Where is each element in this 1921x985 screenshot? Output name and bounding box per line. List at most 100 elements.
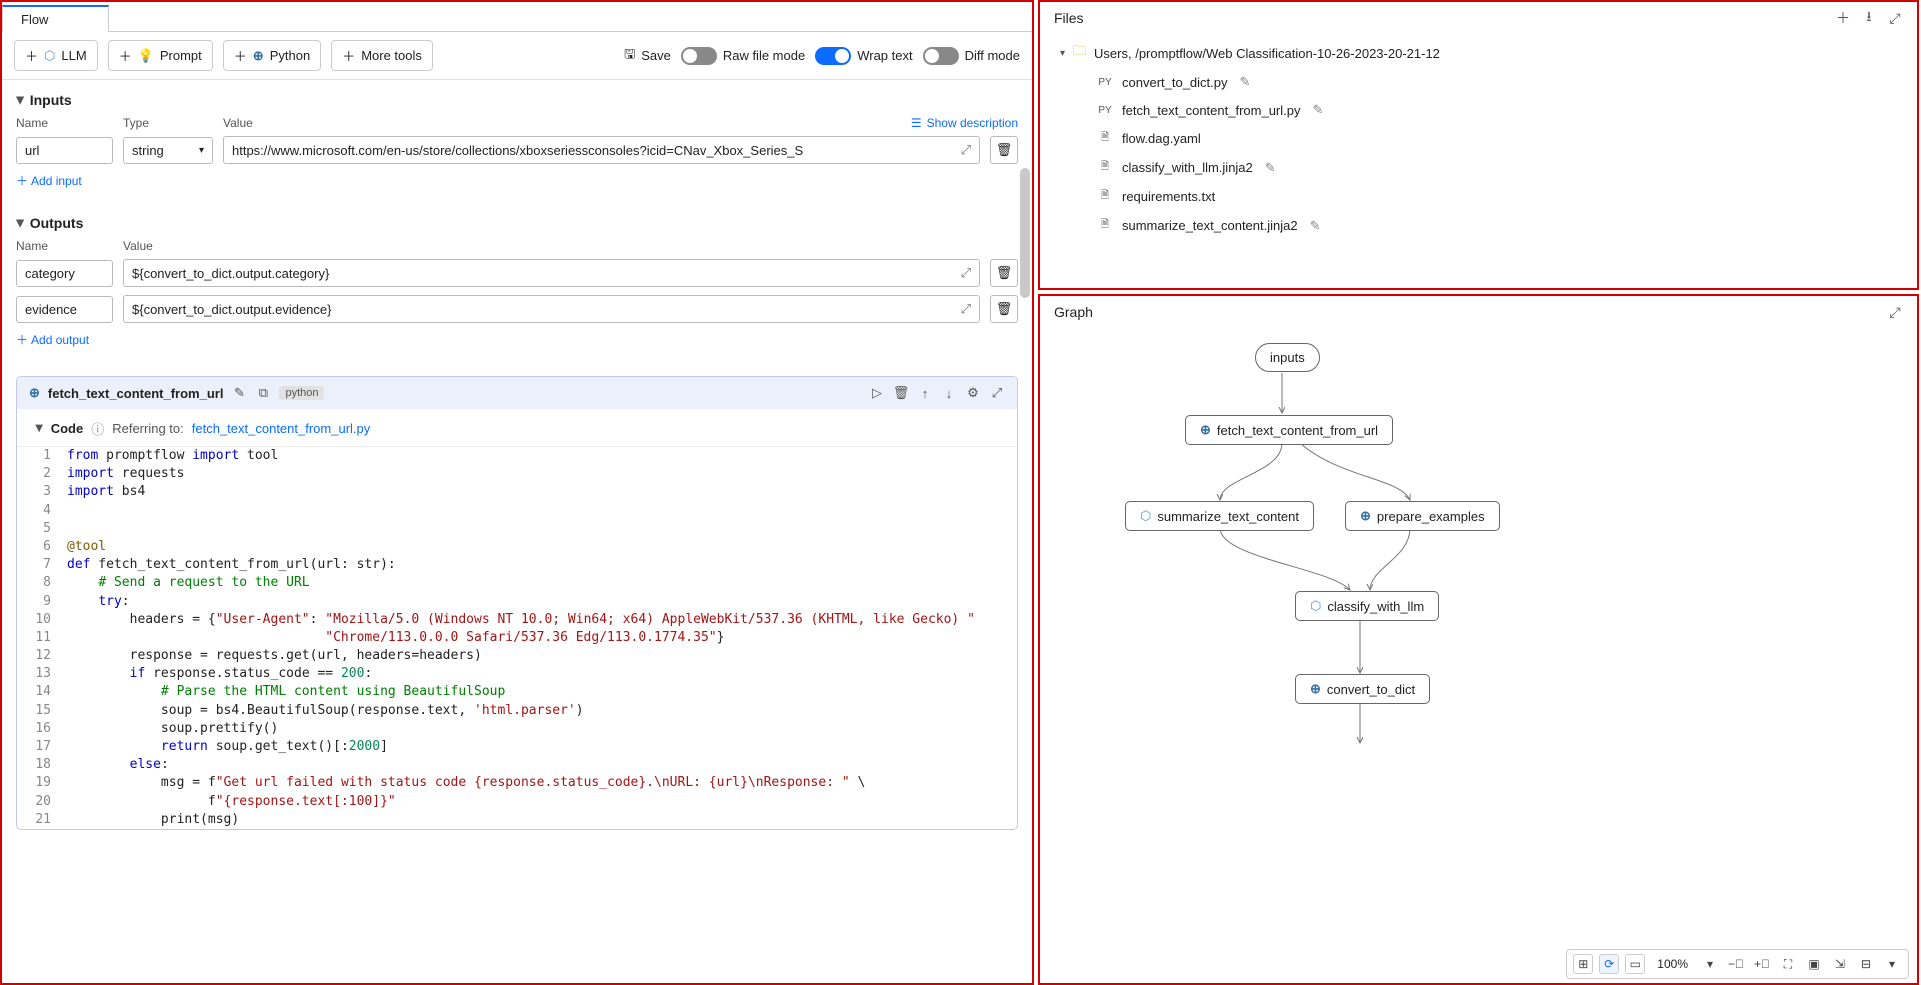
scrollbar[interactable] (1020, 168, 1030, 298)
graph-links (1040, 328, 1917, 983)
outputs-col-value: Value (123, 239, 980, 253)
add-prompt-button[interactable]: ＋ 💡 Prompt (108, 40, 213, 71)
plus-icon: ＋ (234, 46, 247, 65)
file-item[interactable]: PYconvert_to_dict.py✎ (1096, 68, 1907, 96)
node-label: prepare_examples (1377, 509, 1485, 524)
info-icon[interactable]: ⓘ (91, 419, 104, 438)
graph-node-classify[interactable]: classify_with_llm (1295, 591, 1439, 621)
output-name-field[interactable]: category (16, 260, 113, 287)
edit-icon[interactable]: ✎ (1313, 102, 1324, 118)
inputs-col-type: Type (123, 116, 213, 130)
graph-node-summarize[interactable]: summarize_text_content (1125, 501, 1314, 531)
delete-input-button[interactable]: 🗑 (990, 136, 1018, 164)
edit-icon[interactable]: ✎ (1240, 74, 1251, 90)
expand-icon[interactable]: ⤢ (989, 385, 1005, 401)
chevron-down-icon: ▶ (14, 219, 25, 227)
delete-output-button[interactable]: 🗑 (990, 295, 1018, 323)
graph-node-prepare[interactable]: ⊕ prepare_examples (1345, 501, 1500, 531)
download-icon[interactable]: ⭳ (1861, 10, 1877, 26)
screenshot-button[interactable]: ▣ (1804, 954, 1824, 974)
add-python-label: Python (270, 48, 310, 63)
refresh-button[interactable]: ⟳ (1599, 954, 1619, 974)
expand-icon[interactable]: ⤢ (1887, 304, 1903, 320)
auto-layout-button[interactable]: ⊞ (1573, 954, 1593, 974)
py-icon: PY (1096, 105, 1114, 116)
file-name: convert_to_dict.py (1122, 75, 1228, 90)
settings-icon[interactable]: ⚙ (965, 385, 981, 401)
inputs-section-toggle[interactable]: ▶ Inputs (16, 92, 72, 108)
play-icon[interactable]: ▷ (869, 385, 885, 401)
raw-file-toggle[interactable]: Raw file mode (681, 47, 805, 65)
chevron-down-icon[interactable]: ▶ (33, 425, 44, 433)
expand-icon[interactable]: ⤢ (961, 142, 971, 158)
trash-icon: 🗑 (996, 301, 1013, 317)
node-label: fetch_text_content_from_url (1217, 423, 1378, 438)
more-tools-label: More tools (361, 48, 422, 63)
wrap-label: Wrap text (857, 48, 912, 63)
edit-icon[interactable]: ✎ (1310, 218, 1321, 234)
input-type-value: string (132, 143, 164, 158)
list-icon: ☰ (911, 116, 922, 130)
fullscreen-button[interactable]: ⛶ (1778, 954, 1798, 974)
move-up-icon[interactable]: ↑ (917, 385, 933, 401)
add-input-link[interactable]: ＋ Add input (16, 172, 1018, 189)
chevron-down-icon: ▾ (1060, 48, 1065, 59)
refer-file-link[interactable]: fetch_text_content_from_url.py (192, 421, 371, 436)
file-item[interactable]: 🗎classify_with_llm.jinja2✎ (1096, 153, 1907, 182)
more-tools-button[interactable]: ＋ More tools (331, 40, 433, 71)
trash-icon[interactable]: 🗑 (893, 385, 909, 401)
graph-canvas[interactable]: inputs ⊕ fetch_text_content_from_url sum… (1040, 328, 1917, 983)
expand-icon[interactable]: ⤢ (961, 301, 971, 317)
graph-node-fetch[interactable]: ⊕ fetch_text_content_from_url (1185, 415, 1393, 445)
file-item[interactable]: PYfetch_text_content_from_url.py✎ (1096, 96, 1907, 124)
file-name: classify_with_llm.jinja2 (1122, 160, 1253, 175)
delete-output-button[interactable]: 🗑 (990, 259, 1018, 287)
output-value-field[interactable]: ${convert_to_dict.output.evidence} ⤢ (123, 295, 980, 323)
output-row: category ${convert_to_dict.output.catego… (16, 259, 1018, 287)
input-name-field[interactable]: url (16, 137, 113, 164)
layout-button[interactable]: ⊟ (1856, 954, 1876, 974)
add-python-button[interactable]: ＋ ⊕ Python (223, 40, 321, 71)
outputs-title: Outputs (30, 215, 84, 231)
zoom-readout: 100% (1651, 957, 1694, 971)
wrap-text-toggle[interactable]: Wrap text (815, 47, 912, 65)
outputs-section-toggle[interactable]: ▶ Outputs (16, 215, 1018, 231)
document-icon: 🗎 (1096, 188, 1114, 205)
edit-icon[interactable]: ✎ (231, 385, 247, 401)
file-item[interactable]: 🗎requirements.txt (1096, 182, 1907, 211)
code-editor[interactable]: 1from promptflow import tool 2import req… (17, 446, 1017, 829)
diff-mode-toggle[interactable]: Diff mode (923, 47, 1020, 65)
zoom-out-button[interactable]: −⃝ (1726, 954, 1746, 974)
edit-icon[interactable]: ✎ (1265, 160, 1276, 176)
output-value-field[interactable]: ${convert_to_dict.output.category} ⤢ (123, 259, 980, 287)
expand-icon[interactable]: ⤢ (1887, 10, 1903, 26)
export-button[interactable]: ⇲ (1830, 954, 1850, 974)
file-item[interactable]: 🗎flow.dag.yaml (1096, 124, 1907, 153)
add-file-icon[interactable]: ＋ (1835, 10, 1851, 26)
tab-flow[interactable]: Flow (2, 5, 109, 32)
inputs-col-name: Name (16, 116, 113, 130)
show-description-link[interactable]: ☰ Show description (911, 116, 1018, 130)
expand-icon[interactable]: ⤢ (961, 265, 971, 281)
chevron-down-icon: ▶ (14, 96, 25, 104)
move-down-icon[interactable]: ↓ (941, 385, 957, 401)
node-label: inputs (1270, 350, 1305, 365)
more-dropdown[interactable]: ▾ (1882, 954, 1902, 974)
add-output-link[interactable]: ＋ Add output (16, 331, 1018, 348)
fit-button[interactable]: ▭ (1625, 954, 1645, 974)
graph-node-convert[interactable]: ⊕ convert_to_dict (1295, 674, 1430, 704)
save-button[interactable]: 🖫 Save (624, 45, 671, 67)
toggle-icon (815, 47, 851, 65)
file-item[interactable]: 🗎summarize_text_content.jinja2✎ (1096, 211, 1907, 240)
zoom-in-button[interactable]: +⃝ (1752, 954, 1772, 974)
add-llm-button[interactable]: ＋ LLM (14, 40, 98, 71)
node-lang-badge: python (279, 386, 324, 400)
zoom-dropdown[interactable]: ▾ (1700, 954, 1720, 974)
graph-node-inputs[interactable]: inputs (1255, 343, 1320, 372)
folder-root[interactable]: ▾ 🗀 Users, /promptflow/Web Classificatio… (1060, 38, 1907, 68)
output-name-field[interactable]: evidence (16, 296, 113, 323)
inputs-title: Inputs (30, 92, 72, 108)
copy-icon[interactable]: ⧉ (255, 385, 271, 401)
input-type-select[interactable]: string ▾ (123, 137, 213, 164)
input-value-field[interactable]: https://www.microsoft.com/en-us/store/co… (223, 136, 980, 164)
